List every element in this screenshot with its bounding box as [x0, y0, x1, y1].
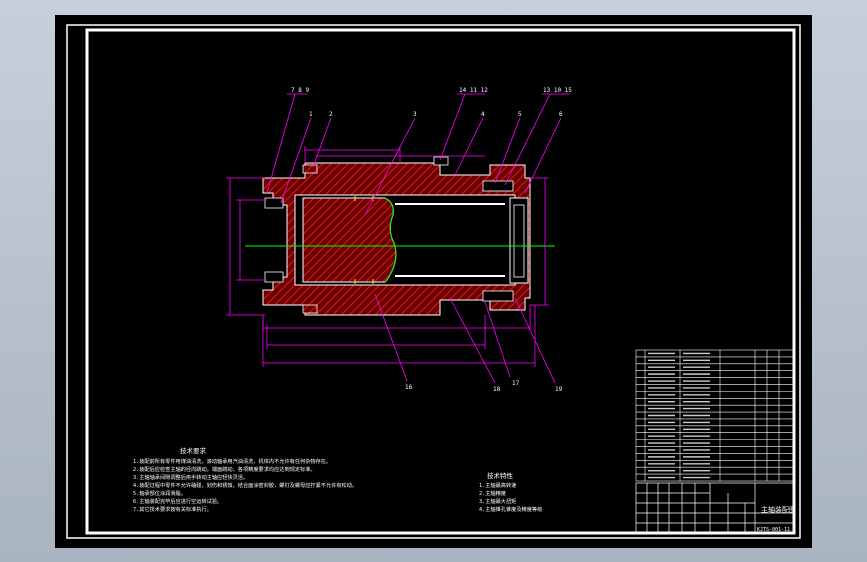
- label-2: 2: [329, 111, 333, 118]
- bore-rail-top: [395, 203, 505, 205]
- tech-req-5: 5.轴承部位涂润滑脂。: [133, 489, 186, 497]
- tech-spec-2: 2.主轴精度: [479, 489, 506, 497]
- tech-req-2: 2.装配后应检查主轴的径向跳动，端面跳动，各项精度要求均应达到规定标准。: [133, 465, 316, 473]
- drawing-title: 主轴装配图: [761, 505, 796, 514]
- right-bearing: [509, 197, 529, 284]
- tech-specs: 技术特性 1.主轴最高转速 2.主轴精度 3.主轴最大扭矩 4.主轴锥孔锥度及精…: [479, 471, 542, 513]
- tech-specs-title: 技术特性: [487, 471, 514, 480]
- tech-req-1: 1.装配前所有零件用煤油清洗，滚动轴承用汽油清洗，机体内不允许有任何杂物存在。: [133, 457, 331, 465]
- tech-spec-3: 3.主轴最大扭矩: [479, 497, 516, 505]
- drawing-code: KJTS-001-11: [757, 527, 790, 533]
- cad-viewport[interactable]: 7 8 9 1 2 3 14 11 12 4 5 13 10 15 6 16 1…: [0, 0, 867, 562]
- label-5: 5: [518, 111, 522, 118]
- label-3: 3: [413, 111, 417, 118]
- tech-req-4: 4.装配过程中零件不允许磕碰，划伤和锈蚀，结合面涂密封胶，螺钉及螺母应拧紧不允许…: [133, 481, 357, 489]
- bearing-top-left: [302, 164, 318, 174]
- bearing-bottom-right: [482, 290, 514, 302]
- label-1: 1: [309, 111, 313, 118]
- bearing-bottom-left: [302, 304, 318, 314]
- label-19: 19: [555, 386, 563, 393]
- tech-req-6: 6.主轴装配完毕后应进行空运转试验。: [133, 497, 222, 505]
- tech-requirements: 技术要求 1.装配前所有零件用煤油清洗，滚动轴承用汽油清洗，机体内不允许有任何杂…: [133, 446, 357, 513]
- bore-rail-bottom: [395, 275, 505, 277]
- tech-spec-1: 1.主轴最高转速: [479, 481, 516, 489]
- left-collar-bottom: [264, 271, 284, 283]
- parts-list: [635, 349, 795, 482]
- tech-req-7: 7.其它技术要求按有关标准执行。: [133, 505, 212, 513]
- label-16: 16: [405, 384, 413, 391]
- left-collar-top: [264, 197, 284, 209]
- label-14-11-12: 14 11 12: [459, 87, 488, 94]
- tech-spec-4: 4.主轴锥孔锥度及精度等级: [479, 505, 542, 513]
- tech-req-3: 3.主轴轴承间隙调整后用手转动主轴应轻快灵活。: [133, 473, 248, 481]
- label-17: 17: [512, 380, 520, 387]
- assembly-drawing: 7 8 9 1 2 3 14 11 12 4 5 13 10 15 6 16 1…: [66, 24, 801, 539]
- label-18: 18: [493, 386, 501, 393]
- tech-requirements-title: 技术要求: [180, 446, 207, 455]
- label-4: 4: [481, 111, 485, 118]
- drawing-sheet: 7 8 9 1 2 3 14 11 12 4 5 13 10 15 6 16 1…: [55, 15, 812, 548]
- bearing-top-right: [482, 180, 514, 192]
- spindle-assembly: [262, 156, 531, 316]
- label-6: 6: [559, 111, 563, 118]
- label-7-8-9: 7 8 9: [291, 87, 309, 94]
- label-13-10-15: 13 10 15: [543, 87, 572, 94]
- spindle-core-section: [302, 197, 397, 283]
